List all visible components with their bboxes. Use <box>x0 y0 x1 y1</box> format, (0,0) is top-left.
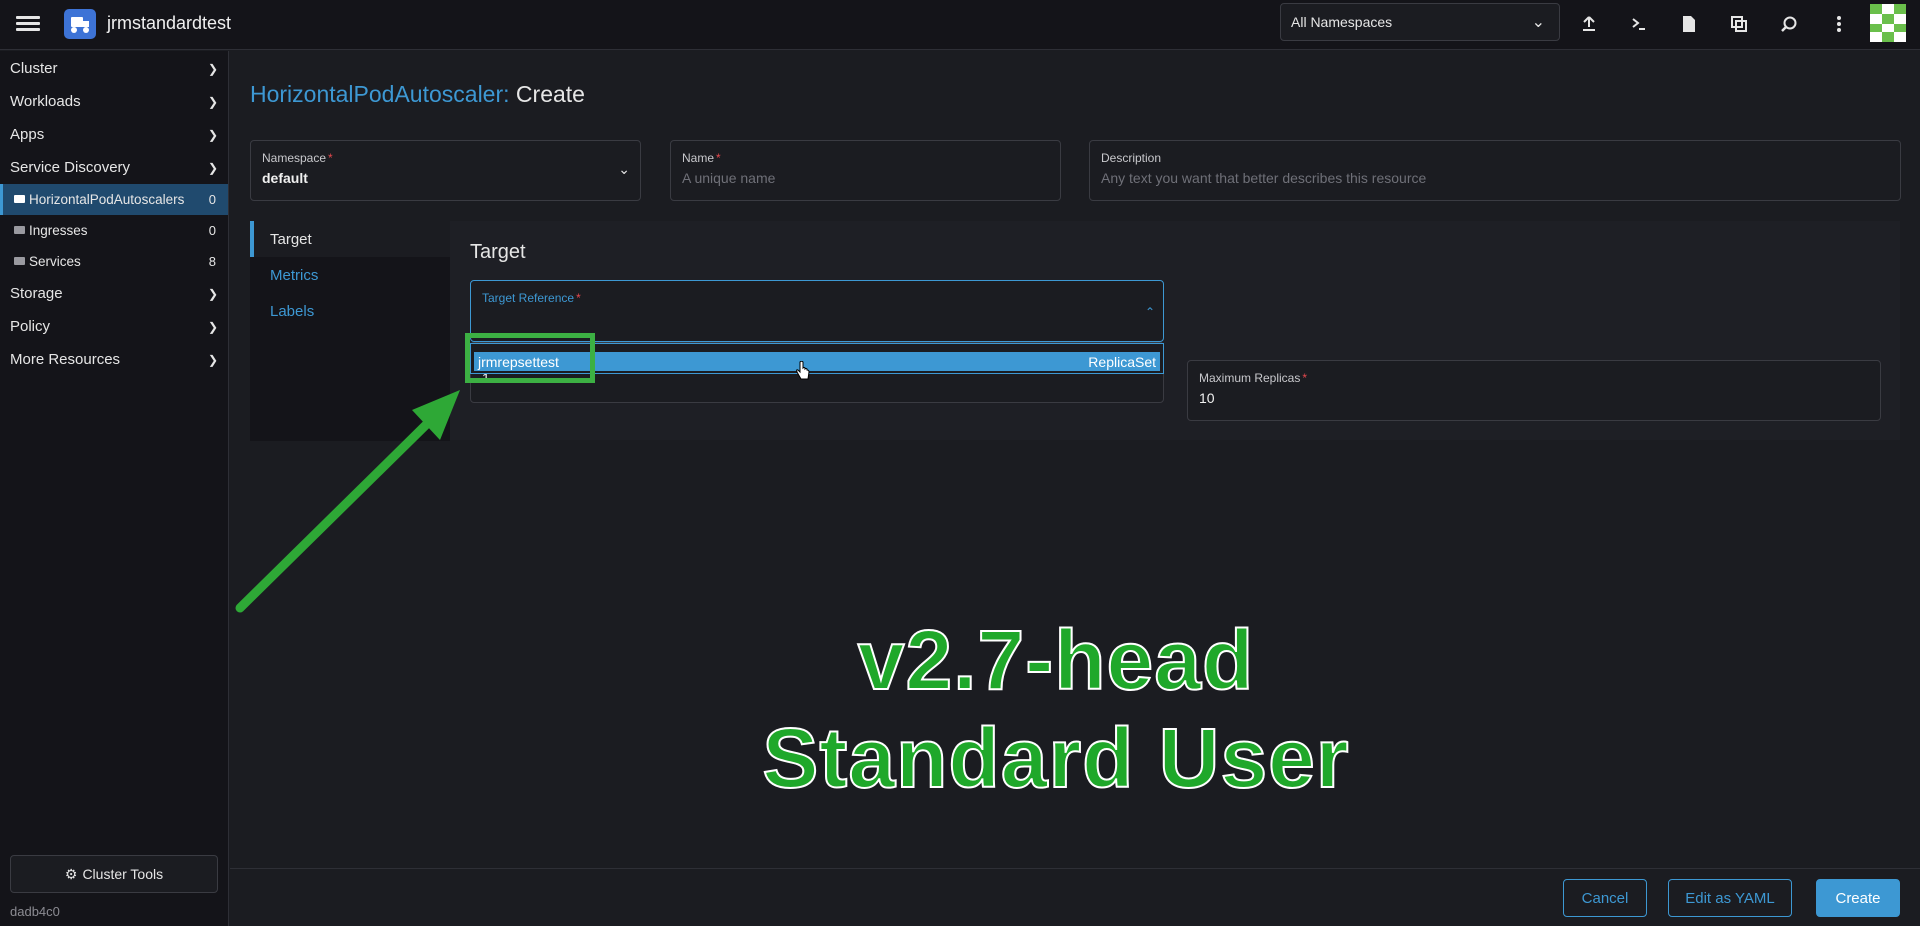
cluster-tools-label: Cluster Tools <box>82 866 164 882</box>
tab-labels[interactable]: Labels <box>250 293 450 329</box>
name-field[interactable]: Name * A unique name <box>670 140 1061 201</box>
section-title: Target <box>470 241 526 263</box>
chevron-down-icon: ❯ <box>207 61 218 76</box>
nav-group-label: More Resources <box>10 351 121 368</box>
maximum-replicas-field[interactable]: Maximum Replicas * 10 <box>1187 360 1881 421</box>
page-title: HorizontalPodAutoscaler: Create <box>250 81 585 108</box>
more-vertical-icon[interactable] <box>1825 10 1853 38</box>
item-count: 8 <box>208 254 216 269</box>
namespace-label: Namespace * <box>262 151 333 165</box>
nav-group-storage[interactable]: Storage ❯ <box>0 277 228 310</box>
maximum-replicas-label: Maximum Replicas * <box>1199 371 1308 385</box>
overlay-version-text: v2.7-head <box>857 612 1255 708</box>
folder-icon <box>14 256 25 265</box>
nav-group-workloads[interactable]: Workloads ❯ <box>0 85 228 118</box>
chevron-up-icon: ❯ <box>207 160 218 175</box>
chevron-down-icon: ❯ <box>207 286 218 301</box>
chevron-up-icon: ⌃ <box>1144 305 1155 319</box>
sidebar-item-ingresses[interactable]: Ingresses 0 <box>0 215 228 246</box>
nav-group-label: Service Discovery <box>10 159 131 176</box>
sidebar-item-label: Ingresses <box>29 223 88 238</box>
overlay-role-text: Standard User <box>761 710 1350 806</box>
description-label: Description <box>1101 151 1162 165</box>
nav-group-label: Apps <box>10 126 45 143</box>
user-avatar[interactable] <box>1870 4 1906 42</box>
kubectl-shell-icon[interactable] <box>1625 10 1653 38</box>
cancel-button[interactable]: Cancel <box>1563 879 1647 917</box>
annotation-highlight-box <box>465 333 595 383</box>
maximum-replicas-value: 10 <box>1199 390 1215 406</box>
top-header: jrmstandardtest All Namespaces ⌄ <box>0 0 1920 50</box>
item-count: 0 <box>208 192 216 207</box>
nav-group-cluster[interactable]: Cluster ❯ <box>0 52 228 85</box>
cluster-logo-icon[interactable] <box>64 9 96 39</box>
target-reference-label: Target Reference * <box>482 291 581 305</box>
option-kind: ReplicaSet <box>1088 353 1156 370</box>
menu-icon[interactable] <box>16 13 40 35</box>
resource-type-link[interactable]: HorizontalPodAutoscaler: <box>250 81 510 107</box>
tab-metrics[interactable]: Metrics <box>250 257 450 293</box>
chevron-down-icon: ❯ <box>207 319 218 334</box>
gear-icon: ⚙ <box>64 865 78 882</box>
chevron-down-icon: ❯ <box>207 352 218 367</box>
chevron-down-icon: ⌄ <box>1531 14 1545 31</box>
nav-group-label: Storage <box>10 285 63 302</box>
create-button[interactable]: Create <box>1816 879 1900 917</box>
folder-icon <box>14 194 25 203</box>
kubeconfig-file-icon[interactable] <box>1675 10 1703 38</box>
chevron-down-icon: ❯ <box>207 127 218 142</box>
hand-cursor-icon <box>796 360 810 386</box>
namespace-filter-select[interactable]: All Namespaces ⌄ <box>1280 3 1560 41</box>
description-placeholder: Any text you want that better describes … <box>1101 170 1427 186</box>
item-count: 0 <box>208 223 216 238</box>
namespace-select[interactable]: Namespace * default ⌄ <box>250 140 641 201</box>
version-label: dadb4c0 <box>10 904 60 919</box>
sidebar-item-label: Services <box>29 254 81 269</box>
nav-group-label: Policy <box>10 318 51 335</box>
page-action: Create <box>515 81 585 107</box>
import-yaml-icon[interactable] <box>1575 10 1603 38</box>
sidebar: Cluster ❯ Workloads ❯ Apps ❯ Service Discov… <box>0 51 229 926</box>
description-field[interactable]: Description Any text you want that bette… <box>1089 140 1901 201</box>
folder-icon <box>14 225 25 234</box>
form-footer <box>230 868 1920 926</box>
copy-kubeconfig-icon[interactable] <box>1725 10 1753 38</box>
nav-group-label: Cluster <box>10 60 58 77</box>
edit-as-yaml-button[interactable]: Edit as YAML <box>1668 879 1792 917</box>
name-label: Name * <box>682 151 721 165</box>
chevron-down-icon: ❯ <box>207 94 218 109</box>
nav-group-label: Workloads <box>10 93 81 110</box>
name-placeholder: A unique name <box>682 170 776 186</box>
nav-group-policy[interactable]: Policy ❯ <box>0 310 228 343</box>
nav-group-more-resources[interactable]: More Resources ❯ <box>0 343 228 376</box>
sidebar-item-horizontalpodautoscalers[interactable]: HorizontalPodAutoscalers 0 <box>0 184 228 215</box>
nav-group-service-discovery[interactable]: Service Discovery ❯ <box>0 151 228 184</box>
side-tabs: Target Metrics Labels <box>250 221 450 441</box>
namespace-value: default <box>262 170 308 186</box>
sidebar-item-label: HorizontalPodAutoscalers <box>29 192 185 207</box>
cluster-name: jrmstandardtest <box>107 13 232 33</box>
chevron-down-icon: ⌄ <box>618 161 630 177</box>
sidebar-item-services[interactable]: Services 8 <box>0 246 228 277</box>
nav-group-apps[interactable]: Apps ❯ <box>0 118 228 151</box>
namespace-filter-value: All Namespaces <box>1291 14 1393 30</box>
search-icon[interactable] <box>1775 10 1803 38</box>
cluster-tools-button[interactable]: ⚙ Cluster Tools <box>10 855 218 893</box>
tab-target[interactable]: Target <box>250 221 450 257</box>
